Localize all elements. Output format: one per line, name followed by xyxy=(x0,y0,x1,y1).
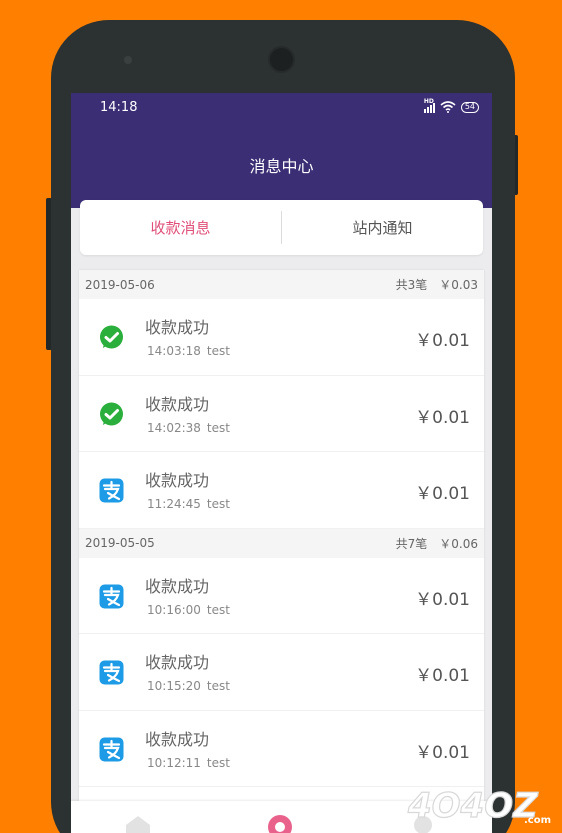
payment-note: test xyxy=(206,344,230,358)
wechat-pay-icon xyxy=(100,402,123,425)
network-type-label: HD xyxy=(423,97,434,105)
group-total: ￥0.03 xyxy=(439,278,478,292)
payment-amount: ￥0.01 xyxy=(415,484,470,504)
signal-icon: HD xyxy=(423,98,435,113)
payment-status: 收款成功 xyxy=(145,729,210,749)
nav-home-icon[interactable] xyxy=(123,813,153,833)
alipay-icon xyxy=(99,660,124,685)
group-date: 2019-05-06 xyxy=(85,277,155,292)
tab-site-notifications[interactable]: 站内通知 xyxy=(282,217,483,238)
payment-status: 收款成功 xyxy=(145,576,210,596)
payment-time: 14:02:38 xyxy=(147,420,201,435)
page-title: 消息中心 xyxy=(249,157,314,176)
payment-time: 11:24:45 xyxy=(147,497,201,511)
payment-amount: ￥0.01 xyxy=(415,407,470,428)
payment-time: 14:03:18 xyxy=(147,344,201,358)
payment-row[interactable]: 收款成功 14:02:38 test ￥0.01 xyxy=(79,376,484,452)
tab-bar: 收款消息 站内通知 xyxy=(80,200,483,255)
svg-text:4O4OZ: 4O4OZ xyxy=(407,786,539,826)
battery-icon: 54 xyxy=(460,101,479,113)
alipay-icon xyxy=(99,737,124,761)
phone-sensor xyxy=(124,56,132,64)
group-date: 2019-05-05 xyxy=(85,536,155,550)
payment-list: 2019-05-06 共3笔 ￥0.03 收款成功 14:03:18 test ￥0… xyxy=(79,270,484,833)
group-count: 共7笔 xyxy=(395,536,428,551)
payment-row[interactable]: 收款成功 11:24:45 test ￥0.01 xyxy=(79,452,484,529)
payment-row[interactable]: 收款成功 14:03:18 test ￥0.01 xyxy=(79,299,484,376)
payment-row[interactable]: 收款成功 10:16:00 test ￥0.01 xyxy=(79,558,484,634)
group-count: 共3笔 xyxy=(395,278,428,292)
alipay-icon xyxy=(99,584,124,608)
payment-amount: ￥0.01 xyxy=(415,589,470,610)
payment-status: 收款成功 xyxy=(145,653,210,672)
payment-status: 收款成功 xyxy=(145,318,210,337)
payment-note: test xyxy=(206,755,230,770)
payment-time: 10:12:11 xyxy=(147,755,201,770)
payment-meta: 14:03:18 test xyxy=(147,344,230,358)
status-time: 14:18 xyxy=(100,100,138,115)
app-header: 14:18 HD 54 消息中心 xyxy=(71,93,492,208)
phone-camera xyxy=(268,46,295,73)
payment-note: test xyxy=(206,679,230,693)
date-group-header: 2019-05-06 共3笔 ￥0.03 xyxy=(79,270,484,299)
payment-note: test xyxy=(206,602,230,617)
payment-time: 10:15:20 xyxy=(147,679,201,693)
svg-text:.com: .com xyxy=(524,815,551,826)
payment-meta: 10:15:20 test xyxy=(147,679,230,693)
tab-payment-messages[interactable]: 收款消息 xyxy=(80,217,281,238)
payment-row[interactable]: 收款成功 10:12:11 test ￥0.01 xyxy=(79,711,484,787)
group-total: ￥0.06 xyxy=(439,536,478,551)
nav-messages-icon[interactable] xyxy=(266,813,294,833)
payment-meta: 10:16:00 test xyxy=(147,603,230,617)
payment-status: 收款成功 xyxy=(145,471,210,490)
payment-meta: 14:02:38 test xyxy=(147,421,230,435)
date-group-header: 2019-05-05 共7笔 ￥0.06 xyxy=(79,528,484,558)
payment-meta: 11:24:45 test xyxy=(147,497,230,511)
payment-note: test xyxy=(206,497,230,511)
group-summary: 共3笔 ￥0.03 xyxy=(396,276,478,293)
wechat-pay-icon xyxy=(100,325,123,349)
payment-time: 10:16:00 xyxy=(147,602,201,617)
payment-amount: ￥0.01 xyxy=(415,666,470,686)
status-bar: 14:18 HD 54 xyxy=(100,98,479,118)
payment-meta: 10:12:11 test xyxy=(147,756,230,770)
alipay-icon xyxy=(99,478,124,503)
payment-amount: ￥0.01 xyxy=(415,331,470,351)
payment-note: test xyxy=(206,420,230,435)
group-summary: 共7笔 ￥0.06 xyxy=(396,535,478,552)
wifi-icon xyxy=(440,101,456,113)
payment-status: 收款成功 xyxy=(145,394,210,414)
status-icons: HD 54 xyxy=(423,98,479,113)
payment-amount: ￥0.01 xyxy=(415,742,470,763)
site-watermark-logo: 4O4OZ .com xyxy=(406,785,551,826)
app-screen: 14:18 HD 54 消息中心 收款消息 站内通知 2019-05-06 共3… xyxy=(71,93,492,833)
payment-row[interactable]: 收款成功 10:15:20 test ￥0.01 xyxy=(79,634,484,711)
